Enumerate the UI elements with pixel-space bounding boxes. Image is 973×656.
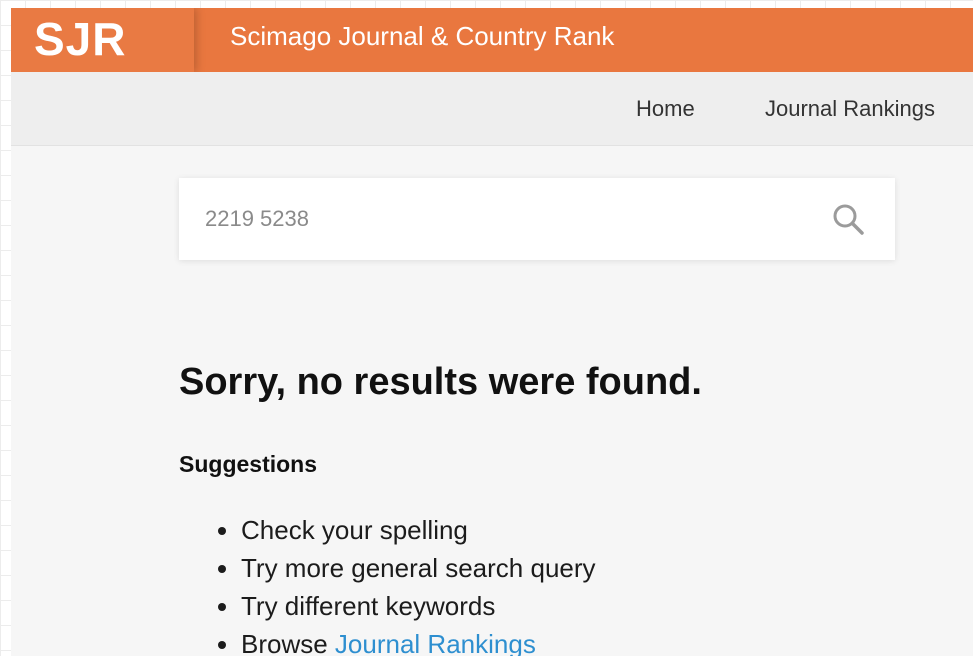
journal-rankings-link[interactable]: Journal Rankings <box>335 629 536 656</box>
no-results-title: Sorry, no results were found. <box>179 361 702 403</box>
search-box <box>179 178 895 260</box>
suggestion-item-different-keywords: Try different keywords <box>241 587 596 625</box>
nav-home-link[interactable]: Home <box>636 94 695 124</box>
search-input[interactable] <box>205 202 805 236</box>
sjr-logo[interactable]: SJR <box>34 11 126 67</box>
browser-page: SJR Scimago Journal & Country Rank Home … <box>11 8 973 656</box>
suggestion-item-general-query: Try more general search query <box>241 549 596 587</box>
suggestions-heading: Suggestions <box>179 451 318 477</box>
suggestions-list: Check your spelling Try more general sea… <box>211 511 596 656</box>
browse-prefix: Browse <box>241 629 335 656</box>
site-title[interactable]: Scimago Journal & Country Rank <box>230 18 614 54</box>
suggestion-item-spelling: Check your spelling <box>241 511 596 549</box>
search-icon[interactable] <box>831 202 865 236</box>
nav-bar: Home Journal Rankings <box>11 72 973 146</box>
logo-block[interactable]: SJR <box>11 8 194 72</box>
suggestion-item-browse: Browse Journal Rankings <box>241 625 596 656</box>
top-header: SJR Scimago Journal & Country Rank <box>11 8 973 72</box>
nav-journal-rankings-link[interactable]: Journal Rankings <box>765 94 935 124</box>
